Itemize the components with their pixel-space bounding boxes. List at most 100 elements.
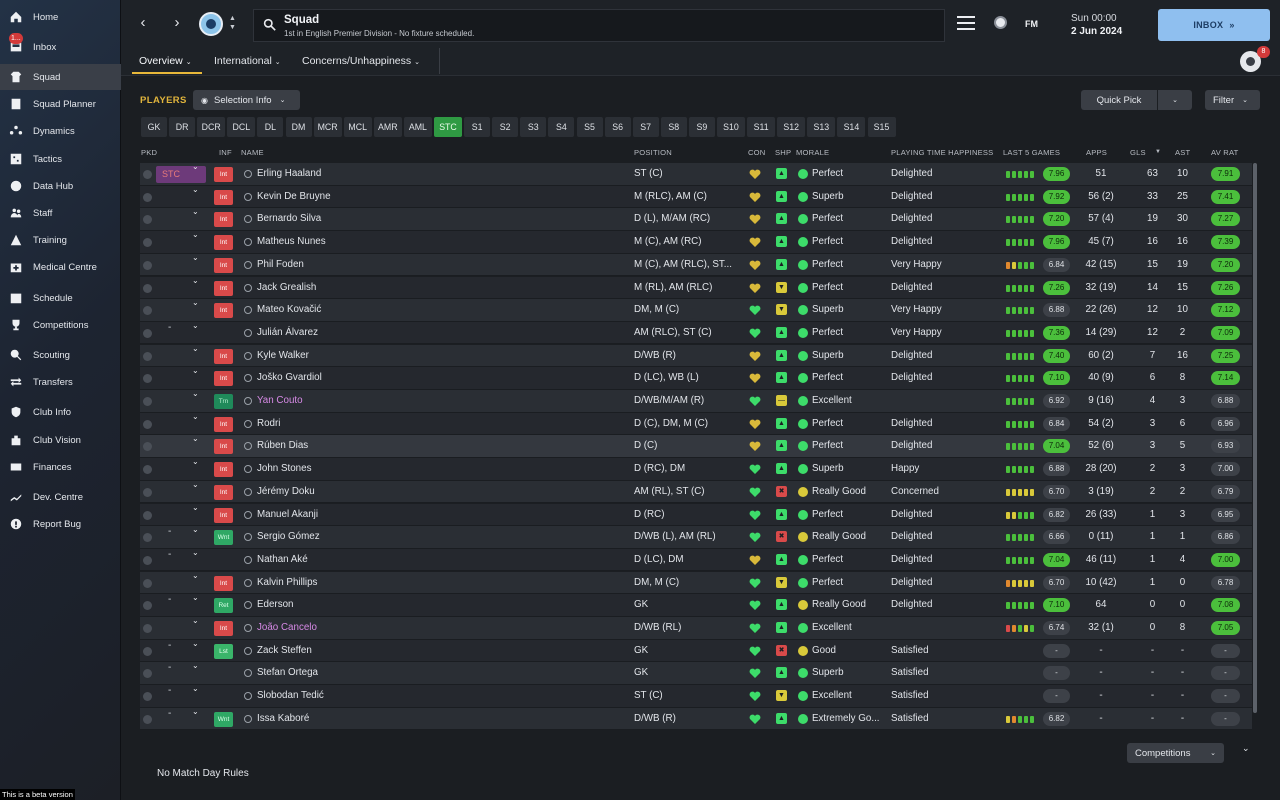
chevron-down-icon[interactable]: ⌄ [192,684,199,693]
chevron-down-icon[interactable]: ⌄ [192,571,199,580]
table-row[interactable]: - ⌄ Nathan Aké D (LC), DM ▲ Perfect Delighted 7… [140,548,1252,572]
select-dot[interactable] [143,328,152,338]
table-row[interactable]: ⌄ Int Kevin De Bruyne M (RLC), AM (C) ▲ Super… [140,185,1252,209]
player-name[interactable]: Stefan Ortega [257,662,407,684]
competitions-dropdown[interactable]: Competitions ⌄ [1127,743,1224,763]
table-row[interactable]: ⌄ Int Phil Foden M (C), AM (RLC), ST... ▲ Per… [140,253,1252,277]
info-badge[interactable]: Trn [214,394,233,409]
player-name[interactable]: Jérémy Doku [257,481,407,503]
position-filter-amr[interactable]: AMR [373,117,402,137]
info-badge[interactable]: Int [214,621,233,636]
chevron-down-icon[interactable]: ⌄ [192,185,199,194]
position-filter-s6[interactable]: S6 [604,117,631,137]
info-badge[interactable]: Int [214,189,233,205]
selection-info-button[interactable]: ◉ Selection Info ⌄ [193,90,300,110]
select-dot[interactable] [143,215,152,225]
football-icon[interactable] [994,16,1007,29]
select-dot[interactable] [143,555,152,565]
select-dot[interactable] [143,601,152,611]
player-name[interactable]: John Stones [257,458,407,480]
sidebar-item-inbox[interactable]: 1... Inbox [0,33,121,60]
tab-international[interactable]: International ⌄ [214,55,281,67]
info-badge[interactable]: Wnt [214,530,233,546]
position-filter-s11[interactable]: S11 [747,117,776,137]
position-filter-stc[interactable]: STC [434,117,462,137]
tab-concerns[interactable]: Concerns/Unhappiness ⌄ [302,55,420,67]
info-badge[interactable]: Int [214,416,233,432]
tab-overview[interactable]: Overview ⌄ [139,55,192,67]
select-dot[interactable] [143,692,152,702]
chevron-down-icon[interactable]: ⌄ [192,480,199,489]
info-badge[interactable]: Int [214,462,233,478]
position-filter-mcl[interactable]: MCL [343,117,372,137]
table-row[interactable]: ⌄ Int Mateo Kovačić DM, M (C) ▼ Superb Very Ha… [140,298,1252,322]
info-badge[interactable]: Int [214,484,233,500]
player-name[interactable]: Phil Foden [257,254,407,276]
table-row[interactable]: ⌄ Int Joško Gvardiol D (LC), WB (L) ▲ Perfect… [140,366,1252,390]
chevron-down-icon[interactable]: ⌄ [192,639,199,648]
select-dot[interactable] [143,419,152,429]
filter-button[interactable]: Filter ⌄ [1205,90,1260,110]
quick-pick-dropdown[interactable]: ⌄ [1158,90,1192,110]
chevron-down-icon[interactable]: ⌄ [192,253,199,262]
sidebar-item-home[interactable]: Home [0,4,121,30]
table-row[interactable]: ⌄ Trn Yan Couto D/WB/M/AM (R) — Excellent 6.92… [140,389,1252,413]
chevron-down-icon[interactable]: ⌄ [192,457,199,466]
sidebar-item-dynamics[interactable]: Dynamics [0,118,121,144]
sidebar-item-squad-planner[interactable]: Squad Planner [0,91,121,117]
table-row[interactable]: ⌄ Int Jérémy Doku AM (RL), ST (C) ✖ Really Go… [140,480,1252,504]
header-avrat[interactable]: AV RAT [1211,148,1239,157]
select-dot[interactable] [143,170,152,179]
club-badge-icon[interactable] [199,12,223,36]
table-row[interactable]: ⌄ Int Matheus Nunes M (C), AM (RC) ▲ Perfect D… [140,230,1252,254]
collapse-chevron-icon[interactable]: ⌄ [1242,743,1250,754]
chevron-down-icon[interactable]: ⌄ [192,412,199,421]
chevron-down-icon[interactable]: ⌄ [192,661,199,670]
info-badge[interactable]: Int [214,507,233,523]
header-apps[interactable]: APPS [1086,148,1107,157]
table-row[interactable]: - ⌄ Lst Zack Steffen GK ✖ Good Satisfied - - - - - [140,639,1252,663]
table-row[interactable]: ⌄ Int Manuel Akanji D (RC) ▲ Perfect Delighted… [140,503,1252,527]
club-switch-icon[interactable]: ▲ ▼ [229,14,236,32]
player-name[interactable]: Matheus Nunes [257,231,407,253]
table-row[interactable]: ⌄ Int John Stones D (RC), DM ▲ Superb Happy 6.8… [140,457,1252,481]
table-row[interactable]: - ⌄ Wnt Issa Kaboré D/WB (R) ▲ Extremely Go...… [140,707,1252,731]
position-filter-s12[interactable]: S12 [777,117,806,137]
player-name[interactable]: Sergio Gómez [257,526,407,548]
select-dot[interactable] [143,260,152,270]
table-row[interactable]: ⌄ Int Kyle Walker D/WB (R) ▲ Superb Delighted 7… [140,344,1252,368]
player-name[interactable]: Erling Haaland [257,163,407,185]
forward-button[interactable]: › [169,14,185,32]
sidebar-item-transfers[interactable]: Transfers [0,369,121,395]
header-morale[interactable]: MORALE [796,148,829,157]
chevron-down-icon[interactable]: ⌄ [192,298,199,307]
sidebar-item-squad[interactable]: Squad [0,64,121,90]
table-row[interactable]: ⌄ Int Bernardo Silva D (L), M/AM (RC) ▲ Perfe… [140,207,1252,231]
position-filter-dl[interactable]: DL [257,117,284,137]
info-badge[interactable]: Int [214,257,233,273]
header-con[interactable]: CON [748,148,765,157]
table-row[interactable]: - ⌄ Stefan Ortega GK ▲ Superb Satisfied - - - - - [140,661,1252,685]
table-row[interactable]: ⌄ Int João Cancelo D/WB (RL) ▲ Excellent 6.74 3… [140,616,1252,640]
chevron-down-icon[interactable]: ⌄ [192,230,199,239]
chevron-down-icon[interactable]: ⌄ [192,207,199,216]
info-badge[interactable]: Int [214,371,233,387]
info-badge[interactable]: Int [214,212,233,228]
sidebar-item-dev-centre[interactable]: Dev. Centre [0,484,121,510]
fm-logo[interactable]: FM [1025,19,1038,29]
table-row[interactable]: - ⌄ Wnt Sergio Gómez D/WB (L), AM (RL) ✖ Reall… [140,525,1252,549]
header-last5[interactable]: LAST 5 GAMES [1003,148,1060,157]
player-name[interactable]: Kyle Walker [257,345,407,367]
scrollbar[interactable] [1253,163,1257,713]
position-filter-s13[interactable]: S13 [807,117,836,137]
chevron-down-icon[interactable]: ⌄ [192,162,199,171]
player-name[interactable]: Kevin De Bruyne [257,186,407,208]
chevron-down-icon[interactable]: ⌄ [192,321,199,330]
header-position[interactable]: POSITION [634,148,672,157]
select-dot[interactable] [143,442,152,452]
back-button[interactable]: ‹ [135,14,151,32]
info-badge[interactable]: Int [214,439,233,455]
chevron-down-icon[interactable]: ⌄ [192,366,199,375]
position-filter-s5[interactable]: S5 [576,117,603,137]
sidebar-item-finances[interactable]: Finances [0,454,121,480]
